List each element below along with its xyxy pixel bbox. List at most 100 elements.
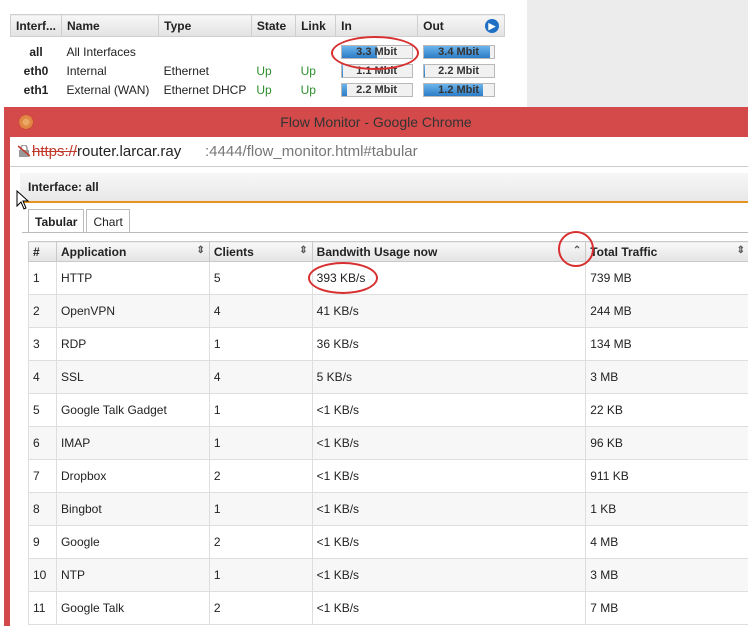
flow-application: Google [55,525,210,559]
flow-clients: 2 [208,525,313,559]
flow-number: 2 [28,294,57,328]
flow-row[interactable]: 1 HTTP 5 393 KB/s 739 MB [28,261,748,295]
flow-clients: 1 [208,426,313,460]
url-host: router.larcar.ray [77,143,182,160]
flow-number: 3 [28,327,57,361]
traffic-in-label: 3.3 Mbit [356,46,398,59]
flow-clients: 1 [208,327,313,361]
interface-state [251,37,295,62]
interface-row[interactable]: eth0 Internal Ethernet Up Up 1.1 Mbit 2.2 Mbit [11,62,505,81]
interface-name: All Interfaces [66,45,136,60]
interface-type: Ethernet [163,64,209,78]
traffic-in-bar: 3.3 Mbit [340,45,413,60]
flow-row[interactable]: 10 NTP 1 <1 KB/s 3 MB [28,558,748,592]
col-state[interactable]: State [250,14,297,37]
flow-row[interactable]: 6 IMAP 1 <1 KB/s 96 KB [28,426,748,460]
interface-id: all [29,45,43,60]
col-application-label: Application [60,244,127,259]
flow-number: 9 [28,525,57,559]
flow-row[interactable]: 2 OpenVPN 4 41 KB/s 244 MB [28,294,748,328]
col-application[interactable]: Application ⇕ [55,241,210,262]
traffic-out-label: 2.2 Mbit [438,65,480,77]
flow-bandwidth: 36 KB/s [311,327,587,361]
flow-clients: 2 [208,459,313,493]
page-content: Interface: all Tabular Chart # Applicati… [10,167,748,626]
flow-row[interactable]: 5 Google Talk Gadget 1 <1 KB/s 22 KB [28,393,748,427]
col-clients[interactable]: Clients ⇕ [208,241,313,262]
traffic-out-cell: 2.2 Mbit [418,62,505,81]
traffic-out-fill [423,65,426,77]
flow-total-traffic: 1 KB [585,492,748,526]
col-number[interactable]: # [28,241,57,262]
sort-desc-icon: ⌃ [572,245,582,256]
traffic-in-bar: 2.2 Mbit [340,83,413,97]
flow-total-traffic: 134 MB [585,327,748,361]
tab-chart[interactable]: Chart [86,209,130,233]
interface-id: eth0 [23,64,49,78]
col-total-traffic[interactable]: Total Traffic ⇕ [585,241,748,262]
flow-total-traffic: 4 MB [585,525,748,559]
flow-row[interactable]: 8 Bingbot 1 <1 KB/s 1 KB [28,492,748,526]
traffic-in-label: 2.2 Mbit [356,84,398,96]
flow-bandwidth: <1 KB/s [311,426,587,460]
col-link[interactable]: Link [295,14,337,37]
flow-bandwidth: <1 KB/s [311,525,587,559]
flow-row[interactable]: 9 Google 2 <1 KB/s 4 MB [28,525,748,559]
traffic-out-label: 1.2 Mbit [438,84,480,96]
interfaces-table: Interf... Name Type State Link In Out ▶ a… [9,14,505,100]
traffic-out-cell: 1.2 Mbit [418,81,505,100]
flow-application: Bingbot [55,492,210,526]
flow-application: Google Talk [55,591,210,625]
flow-row[interactable]: 3 RDP 1 36 KB/s 134 MB [28,327,748,361]
col-name[interactable]: Name [61,14,160,37]
flow-clients: 4 [208,360,313,394]
col-total-label: Total Traffic [590,244,658,259]
flow-row[interactable]: 4 SSL 4 5 KB/s 3 MB [28,360,748,394]
traffic-out-label: 3.4 Mbit [438,46,480,59]
info-circle-icon[interactable]: ▶ [485,18,499,33]
flow-bandwidth: 5 KB/s [311,360,587,394]
interface-row[interactable]: all All Interfaces 3.3 Mbit 3.4 Mbit [11,37,505,62]
interface-name: Internal [66,64,107,78]
flow-row[interactable]: 11 Google Talk 2 <1 KB/s 7 MB [28,591,748,625]
flow-application: RDP [55,327,210,361]
col-type[interactable]: Type [158,14,252,37]
flow-number: 6 [28,426,57,460]
flow-total-traffic: 7 MB [585,591,748,625]
chrome-popup-window: Flow Monitor - Google Chrome https:// ro… [4,107,748,626]
url-scheme: https:// [32,143,78,160]
col-interface[interactable]: Interf... [9,14,63,37]
interface-link: Up [300,64,316,78]
interface-header: Interface: all [20,173,748,203]
flow-bandwidth: 393 KB/s [311,261,587,295]
col-in[interactable]: In [335,14,419,37]
flow-application: IMAP [55,426,210,460]
flow-application: SSL [55,360,210,394]
col-clients-label: Clients [213,244,254,259]
flow-bandwidth: <1 KB/s [311,393,587,427]
col-out-label: Out [423,18,444,33]
traffic-in-cell: 2.2 Mbit [336,81,418,100]
window-titlebar[interactable]: Flow Monitor - Google Chrome [4,107,748,137]
flow-row[interactable]: 7 Dropbox 2 <1 KB/s 911 KB [28,459,748,493]
traffic-in-cell: 1.1 Mbit [336,62,418,81]
sort-icon: ⇕ [736,245,745,256]
flow-header-row: # Application ⇕ Clients ⇕ Bandwith Usage n… [28,241,748,262]
flow-number: 5 [28,393,57,427]
traffic-in-cell: 3.3 Mbit [336,37,418,62]
flow-total-traffic: 911 KB [585,459,748,493]
flow-clients: 4 [208,294,313,328]
traffic-out-bar: 1.2 Mbit [422,83,495,97]
col-out[interactable]: Out ▶ [417,14,505,37]
col-bandwidth[interactable]: Bandwith Usage now ⌃ [311,241,587,262]
broken-lock-icon [18,145,30,157]
tab-tabular[interactable]: Tabular [28,209,85,233]
flow-total-traffic: 244 MB [585,294,748,328]
flow-number: 1 [28,261,57,295]
flow-number: 11 [28,591,57,625]
flow-application: Google Talk Gadget [55,393,210,427]
address-bar[interactable]: https:// router.larcar.ray :4444/flow_mo… [10,137,748,167]
flow-total-traffic: 3 MB [585,360,748,394]
interface-row[interactable]: eth1 External (WAN) Ethernet DHCP Up Up 2.2 M… [11,81,505,100]
traffic-in-fill [341,84,348,96]
